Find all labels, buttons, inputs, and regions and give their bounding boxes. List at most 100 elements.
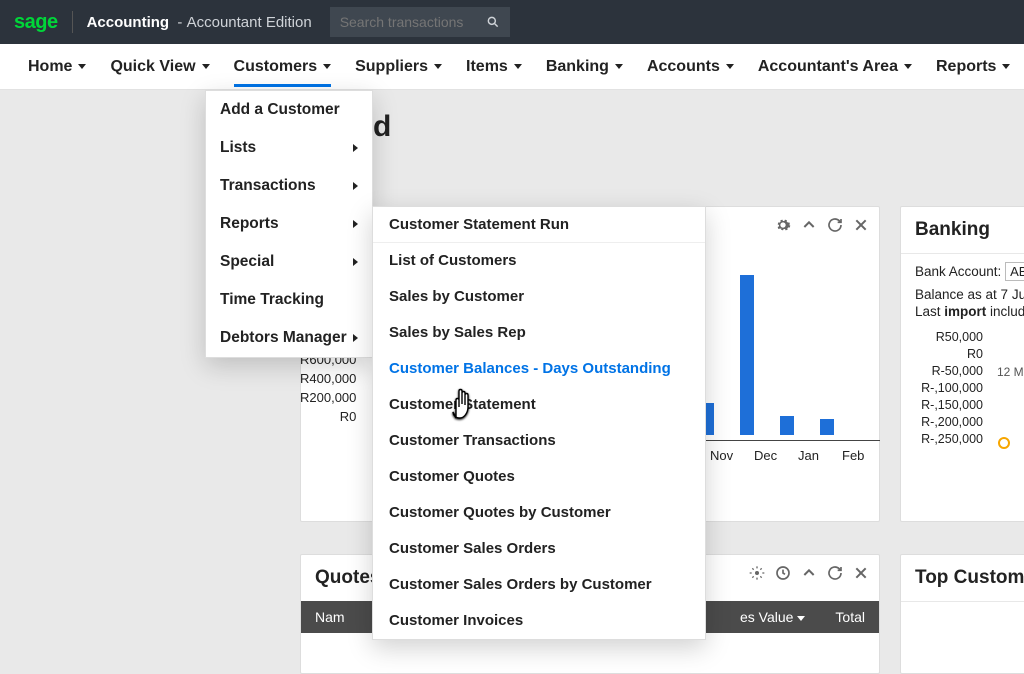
- xtick: Nov: [710, 448, 734, 463]
- search-box[interactable]: [330, 7, 510, 37]
- menu-item-label: Lists: [220, 139, 256, 157]
- bank-ytick: R0: [915, 346, 983, 363]
- bank-account-select[interactable]: AB: [1005, 262, 1024, 281]
- menu-item-label: Transactions: [220, 177, 316, 195]
- sales-xaxis-line: [700, 440, 880, 441]
- caret-down-icon: [514, 64, 522, 69]
- caret-down-icon: [78, 64, 86, 69]
- customers-reports-submenu: Customer Statement RunList of CustomersS…: [372, 206, 706, 640]
- xtick: Dec: [754, 448, 778, 463]
- bank-ytick: R-50,000: [915, 363, 983, 380]
- bank-account-row: Bank Account: AB: [915, 264, 1024, 279]
- menu-accountant-s-area[interactable]: Accountant's Area: [758, 58, 912, 76]
- customers-menu-special[interactable]: Special: [206, 243, 372, 281]
- report-customer-invoices[interactable]: Customer Invoices: [373, 603, 705, 639]
- banking-widget: Banking Bank Account: AB Balance as at 7…: [900, 206, 1024, 522]
- submenu-arrow-icon: [353, 258, 358, 266]
- chevron-up-icon[interactable]: [801, 565, 817, 581]
- customers-menu-debtors-manager[interactable]: Debtors Manager: [206, 319, 372, 357]
- top-customers-title: Top Customer: [901, 555, 1024, 602]
- sales-bar: [820, 419, 834, 435]
- submenu-arrow-icon: [353, 144, 358, 152]
- report-sales-by-sales-rep[interactable]: Sales by Sales Rep: [373, 315, 705, 351]
- quotes-col-total[interactable]: Total: [835, 609, 865, 625]
- report-customer-statement-run[interactable]: Customer Statement Run: [373, 207, 705, 243]
- caret-down-icon: [904, 64, 912, 69]
- bank-import-text: Last import include: [915, 304, 1024, 321]
- menu-quick-view[interactable]: Quick View: [110, 58, 209, 76]
- bank-yaxis: R50,000R0R-50,000R-,100,000R-,150,000R-,…: [915, 329, 983, 448]
- sales-bar: [740, 275, 754, 435]
- submenu-arrow-icon: [353, 182, 358, 190]
- gear-icon[interactable]: [775, 217, 791, 233]
- report-customer-sales-orders-by-customer[interactable]: Customer Sales Orders by Customer: [373, 567, 705, 603]
- sales-bars: [700, 275, 834, 435]
- divider: [72, 11, 73, 33]
- report-list-of-customers[interactable]: List of Customers: [373, 243, 705, 279]
- top-customers-widget: Top Customer: [900, 554, 1024, 674]
- clock-icon[interactable]: [775, 565, 791, 581]
- menu-suppliers[interactable]: Suppliers: [355, 58, 442, 76]
- bank-balance-text: Balance as at 7 July: [915, 287, 1024, 304]
- bank-ytick: R-,250,000: [915, 431, 983, 448]
- search-input[interactable]: [340, 14, 480, 30]
- product-name-text: Accounting: [87, 14, 170, 31]
- menu-reports[interactable]: Reports: [936, 58, 1010, 76]
- customers-menu-lists[interactable]: Lists: [206, 129, 372, 167]
- menu-customers[interactable]: Customers: [234, 58, 332, 87]
- caret-down-icon: [202, 64, 210, 69]
- chevron-up-icon[interactable]: [801, 217, 817, 233]
- search-icon[interactable]: [486, 14, 500, 30]
- bank-ytick: R-,150,000: [915, 397, 983, 414]
- bank-ytick: R-,200,000: [915, 414, 983, 431]
- bank-ytick: R50,000: [915, 329, 983, 346]
- menu-home[interactable]: Home: [28, 58, 86, 76]
- report-customer-quotes-by-customer[interactable]: Customer Quotes by Customer: [373, 495, 705, 531]
- report-customer-transactions[interactable]: Customer Transactions: [373, 423, 705, 459]
- menu-item-label: Debtors Manager: [220, 329, 347, 347]
- menu-item-label: Reports: [220, 215, 279, 233]
- customers-dropdown: Add a Customer Lists Transactions Reports Sp…: [205, 90, 373, 358]
- bank-xtick: 12 Ma: [997, 365, 1024, 379]
- xtick: Feb: [842, 448, 866, 463]
- submenu-arrow-icon: [353, 220, 358, 228]
- page-title: board: [308, 110, 996, 144]
- product-name: Accounting - Accountant Edition: [87, 14, 312, 31]
- bank-series-marker: [998, 437, 1010, 449]
- close-icon[interactable]: [853, 217, 869, 233]
- ytick: R200,000: [300, 388, 356, 407]
- sales-bar: [780, 416, 794, 435]
- close-icon[interactable]: [853, 565, 869, 581]
- submenu-arrow-icon: [353, 334, 358, 342]
- bank-ytick: R-,100,000: [915, 380, 983, 397]
- caret-down-icon: [1002, 64, 1010, 69]
- main-menubar: Home Quick View Customers Suppliers Items Ban…: [0, 44, 1024, 90]
- sales-yaxis: R600,000R400,000R200,000R0: [300, 350, 356, 426]
- customers-menu-time-tracking[interactable]: Time Tracking: [206, 281, 372, 319]
- sales-xlabels: NovDecJanFeb: [710, 448, 866, 463]
- refresh-icon[interactable]: [827, 565, 843, 581]
- ytick: R400,000: [300, 369, 356, 388]
- product-edition: Accountant Edition: [187, 14, 312, 31]
- banking-title: Banking: [901, 207, 1024, 254]
- report-customer-statement[interactable]: Customer Statement: [373, 387, 705, 423]
- customers-menu-reports[interactable]: Reports: [206, 205, 372, 243]
- report-customer-balances-days-outstanding[interactable]: Customer Balances - Days Outstanding: [373, 351, 705, 387]
- gear-icon[interactable]: [749, 565, 765, 581]
- menu-items[interactable]: Items: [466, 58, 522, 76]
- customers-menu-transactions[interactable]: Transactions: [206, 167, 372, 205]
- brand-logo: sage: [14, 11, 58, 34]
- report-customer-quotes[interactable]: Customer Quotes: [373, 459, 705, 495]
- customers-menu-add-a-customer[interactable]: Add a Customer: [206, 91, 372, 129]
- report-customer-sales-orders[interactable]: Customer Sales Orders: [373, 531, 705, 567]
- bank-account-label: Bank Account:: [915, 264, 1001, 279]
- menu-banking[interactable]: Banking: [546, 58, 623, 76]
- menu-item-label: Add a Customer: [220, 101, 340, 119]
- caret-down-icon: [726, 64, 734, 69]
- quotes-col-value[interactable]: es Value: [740, 609, 805, 625]
- menu-accounts[interactable]: Accounts: [647, 58, 734, 76]
- menu-item-label: Special: [220, 253, 274, 271]
- report-sales-by-customer[interactable]: Sales by Customer: [373, 279, 705, 315]
- quotes-col-name[interactable]: Nam: [315, 609, 345, 625]
- refresh-icon[interactable]: [827, 217, 843, 233]
